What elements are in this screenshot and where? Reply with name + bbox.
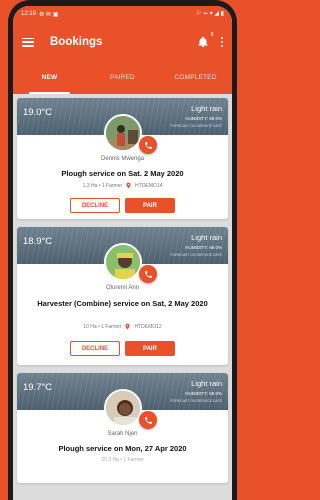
status-bar: 12:19 ⚙ ✉ ▣ ⚐ ⏦ ▾ ◢ ▮ <box>13 6 232 22</box>
service-title: Plough service on Sat. 2 May 2020 <box>61 169 184 178</box>
menu-icon[interactable] <box>22 37 34 47</box>
booking-size: 1.3 Ha • 1 Farmer <box>82 182 123 189</box>
pair-button[interactable]: PAIR <box>125 341 175 356</box>
booking-tabs: NEW PAIRED COMPLETED <box>13 62 232 94</box>
phone-icon <box>144 270 152 278</box>
app-bar: 12:19 ⚙ ✉ ▣ ⚐ ⏦ ▾ ◢ ▮ Bookings 6 NEW PAI… <box>13 6 232 94</box>
forecast-note: FORECAST ON SERVICE DATE <box>170 399 222 403</box>
booking-list: 19.0°C Light rain HUMIDITY: 69.0% FORECA… <box>13 94 232 483</box>
weather-condition: Light rain <box>191 379 222 388</box>
location-pin-icon <box>125 323 130 330</box>
booking-size: 10 Ha • 1 Farmer <box>83 323 122 330</box>
status-system-icons: ⚐ ⏦ ▾ ◢ ▮ <box>196 11 224 17</box>
toolbar: Bookings 6 <box>13 22 232 62</box>
call-farmer-button[interactable] <box>139 411 157 429</box>
booking-card[interactable]: 19.0°C Light rain HUMIDITY: 69.0% FORECA… <box>17 98 228 219</box>
farmer-avatar <box>103 243 142 281</box>
farmer-avatar <box>103 389 142 427</box>
phone-icon <box>144 416 152 424</box>
decline-button[interactable]: DECLINE <box>70 198 120 213</box>
tab-completed[interactable]: COMPLETED <box>159 62 232 94</box>
page-title: Bookings <box>50 36 103 48</box>
decline-button[interactable]: DECLINE <box>70 341 120 356</box>
call-farmer-button[interactable] <box>139 136 157 154</box>
booking-actions: DECLINE PAIR <box>17 198 228 213</box>
temperature: 19.0°C <box>23 107 53 118</box>
bell-icon[interactable]: 6 <box>197 32 214 48</box>
weather-condition: Light rain <box>191 104 222 113</box>
booking-meta: 1.3 Ha • 1 Farmer HTDEMO14 <box>17 182 228 189</box>
forecast-note: FORECAST ON SERVICE DATE <box>170 253 222 257</box>
booking-meta: 20.3 Ha • 1 Farmer <box>17 457 228 463</box>
location-pin-icon <box>126 182 131 189</box>
notification-count: 6 <box>210 32 214 38</box>
farmer-name: Dennis Mwenga <box>100 156 145 162</box>
more-options-icon[interactable] <box>220 36 223 48</box>
booking-card[interactable]: 19.7°C Light rain HUMIDITY: 69.0% FORECA… <box>17 373 228 483</box>
farmer-name: Sarah Njeri <box>107 431 138 437</box>
phone-frame: 12:19 ⚙ ✉ ▣ ⚐ ⏦ ▾ ◢ ▮ Bookings 6 NEW PAI… <box>8 0 237 500</box>
booking-meta: 10 Ha • 1 Farmer HTDEMO12 <box>17 323 228 330</box>
booking-card[interactable]: 18.9°C Light rain HUMIDITY: 69.0% FORECA… <box>17 227 228 365</box>
farmer-avatar <box>103 114 142 152</box>
phone-screen: 12:19 ⚙ ✉ ▣ ⚐ ⏦ ▾ ◢ ▮ Bookings 6 NEW PAI… <box>13 6 232 500</box>
farmer-name: Oluremi Ann <box>105 285 139 291</box>
phone-icon <box>144 141 152 149</box>
booking-location: HTDEMO14 <box>135 182 163 189</box>
call-farmer-button[interactable] <box>139 265 157 283</box>
pair-button[interactable]: PAIR <box>125 198 175 213</box>
forecast-note: FORECAST ON SERVICE DATE <box>170 124 222 128</box>
weather-condition: Light rain <box>191 233 222 242</box>
humidity: HUMIDITY: 69.0% <box>185 245 222 250</box>
service-title: Plough service on Mon, 27 Apr 2020 <box>58 444 187 453</box>
booking-size: 20.3 Ha • 1 Farmer <box>101 457 144 463</box>
status-time: 12:19 <box>21 11 37 17</box>
temperature: 19.7°C <box>23 382 53 393</box>
service-title: Harvester (Combine) service on Sat, 2 Ma… <box>37 299 208 308</box>
humidity: HUMIDITY: 69.0% <box>185 391 222 396</box>
tab-paired[interactable]: PAIRED <box>86 62 159 94</box>
booking-actions: DECLINE PAIR <box>17 341 228 356</box>
tab-new[interactable]: NEW <box>13 62 86 94</box>
booking-location: HTDEMO12 <box>134 323 162 330</box>
status-notification-icons: ⚙ ✉ ▣ <box>39 11 59 18</box>
humidity: HUMIDITY: 69.0% <box>185 116 222 121</box>
temperature: 18.9°C <box>23 236 53 247</box>
